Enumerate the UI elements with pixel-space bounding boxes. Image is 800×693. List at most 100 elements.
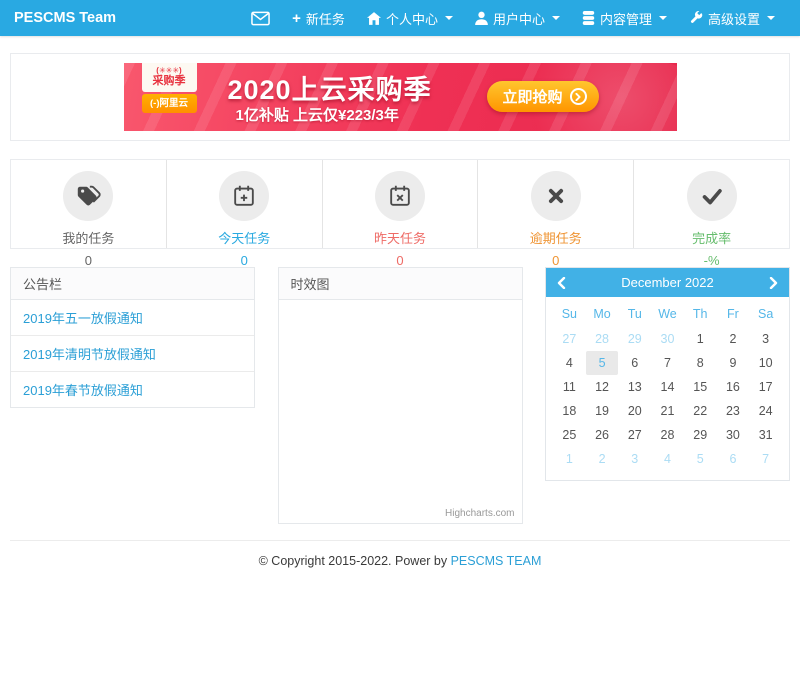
wrench-icon (689, 11, 703, 25)
chevron-down-icon (445, 16, 453, 20)
new-task-button[interactable]: + 新任务 (281, 0, 356, 36)
calendar-day[interactable]: 2 (717, 327, 750, 351)
calendar-plus-icon (219, 171, 269, 221)
banner-title: 2020上云采购季 (228, 68, 432, 107)
calendar-day[interactable]: 24 (749, 399, 782, 423)
pescms-team-link[interactable]: PESCMS TEAM (451, 554, 542, 568)
calendar-day[interactable]: 2 (586, 447, 619, 471)
calendar-day[interactable]: 21 (651, 399, 684, 423)
calendar-day[interactable]: 1 (553, 447, 586, 471)
calendar-day[interactable]: 28 (586, 327, 619, 351)
calendar-day[interactable]: 10 (749, 351, 782, 375)
calendar-day[interactable]: 9 (717, 351, 750, 375)
advanced-settings-menu[interactable]: 高级设置 (678, 0, 786, 36)
calendar-day[interactable]: 3 (618, 447, 651, 471)
calendar-grid: SuMoTuWeThFrSa27282930123456789101112131… (546, 297, 789, 480)
stat-yesterday-tasks: 昨天任务 0 (322, 160, 478, 248)
calendar-day[interactable]: 4 (553, 351, 586, 375)
calendar-day[interactable]: 28 (651, 423, 684, 447)
stat-label: 我的任务 (11, 228, 166, 247)
calendar-day[interactable]: 18 (553, 399, 586, 423)
chart-area: Highcharts.com (279, 300, 522, 523)
stat-today-tasks: 今天任务 0 (166, 160, 322, 248)
calendar-day[interactable]: 22 (684, 399, 717, 423)
stat-completion-rate: 完成率 -% (633, 160, 789, 248)
calendar-day[interactable]: 7 (749, 447, 782, 471)
badge-mark: (✳✳✳) (144, 66, 195, 75)
navbar-menu: + 新任务 个人中心 用户中心 (240, 0, 786, 36)
calendar-day[interactable]: 20 (618, 399, 651, 423)
calendar-dayname: Tu (618, 302, 651, 327)
calendar-day[interactable]: 17 (749, 375, 782, 399)
announcement-panel: 公告栏 2019年五一放假通知 2019年清明节放假通知 2019年春节放假通知 (10, 267, 255, 408)
announcement-link[interactable]: 2019年五一放假通知 (11, 300, 254, 336)
calendar-day[interactable]: 31 (749, 423, 782, 447)
calendar-dayname: Mo (586, 302, 619, 327)
calendar-day[interactable]: 6 (618, 351, 651, 375)
banner-cta-button[interactable]: 立即抢购 (487, 81, 599, 112)
aliyun-banner-ad[interactable]: (✳✳✳) 采购季 (-)阿里云 2020上云采购季 1亿补贴 上云仅¥223/… (124, 63, 677, 131)
calendar-day[interactable]: 5 (684, 447, 717, 471)
calendar-day[interactable]: 12 (586, 375, 619, 399)
stat-value: 0 (167, 253, 322, 268)
calendar-day[interactable]: 7 (651, 351, 684, 375)
footer-copyright: © Copyright 2015-2022. Power by PESCMS T… (10, 541, 790, 581)
calendar-day[interactable]: 15 (684, 375, 717, 399)
calendar-day[interactable]: 27 (553, 327, 586, 351)
calendar-day[interactable]: 4 (651, 447, 684, 471)
stat-value: 0 (478, 253, 633, 268)
aliyun-logo: (-)阿里云 (142, 94, 197, 113)
stat-value: 0 (11, 253, 166, 268)
calendar-day[interactable]: 16 (717, 375, 750, 399)
stat-my-tasks: 我的任务 0 (11, 160, 166, 248)
calendar-day[interactable]: 11 (553, 375, 586, 399)
aliyun-badge: (✳✳✳) 采购季 (-)阿里云 (142, 63, 197, 113)
user-center-menu[interactable]: 用户中心 (464, 0, 571, 36)
calendar-day[interactable]: 1 (684, 327, 717, 351)
stat-label: 昨天任务 (323, 228, 478, 247)
calendar-day[interactable]: 30 (717, 423, 750, 447)
content-management-menu[interactable]: 内容管理 (571, 0, 678, 36)
calendar-day[interactable]: 27 (618, 423, 651, 447)
calendar-next-button[interactable] (767, 275, 780, 291)
messages-button[interactable] (240, 0, 281, 36)
x-icon (531, 171, 581, 221)
brand-logo[interactable]: PESCMS Team (14, 10, 116, 26)
calendar-header: December 2022 (546, 268, 789, 297)
stat-label: 逾期任务 (478, 228, 633, 247)
calendar-day[interactable]: 30 (651, 327, 684, 351)
calendar-day[interactable]: 29 (684, 423, 717, 447)
calendar-dayname: Fr (717, 302, 750, 327)
calendar-day[interactable]: 8 (684, 351, 717, 375)
calendar-day[interactable]: 14 (651, 375, 684, 399)
calendar-day[interactable]: 25 (553, 423, 586, 447)
check-icon (687, 171, 737, 221)
announcement-panel-title: 公告栏 (11, 268, 254, 300)
highcharts-credit-link[interactable]: Highcharts.com (445, 508, 514, 519)
announcement-link[interactable]: 2019年清明节放假通知 (11, 336, 254, 372)
envelope-icon (251, 11, 270, 26)
calendar-day[interactable]: 19 (586, 399, 619, 423)
calendar-day[interactable]: 26 (586, 423, 619, 447)
calendar-prev-button[interactable] (555, 275, 568, 291)
calendar-widget: December 2022 SuMoTuWeThFrSa272829301234… (545, 267, 790, 481)
top-navbar: PESCMS Team + 新任务 个人中心 (0, 0, 800, 36)
banner-subtitle: 1亿补贴 上云仅¥223/3年 (236, 104, 399, 125)
stats-summary-card: 我的任务 0 今天任务 0 昨天任务 (10, 159, 790, 249)
calendar-dayname: Sa (749, 302, 782, 327)
calendar-day[interactable]: 13 (618, 375, 651, 399)
timeliness-chart-panel: 时效图 Highcharts.com (278, 267, 523, 524)
plus-icon: + (292, 11, 301, 26)
calendar-day[interactable]: 3 (749, 327, 782, 351)
announcement-link[interactable]: 2019年春节放假通知 (11, 372, 254, 407)
user-icon (475, 11, 488, 25)
stat-value: -% (634, 253, 789, 268)
chevron-down-icon (767, 16, 775, 20)
calendar-day[interactable]: 23 (717, 399, 750, 423)
personal-center-menu[interactable]: 个人中心 (356, 0, 464, 36)
calendar-day-selected[interactable]: 5 (586, 351, 619, 375)
calendar-day[interactable]: 29 (618, 327, 651, 351)
chevron-down-icon (552, 16, 560, 20)
calendar-day[interactable]: 6 (717, 447, 750, 471)
stat-label: 完成率 (634, 228, 789, 247)
